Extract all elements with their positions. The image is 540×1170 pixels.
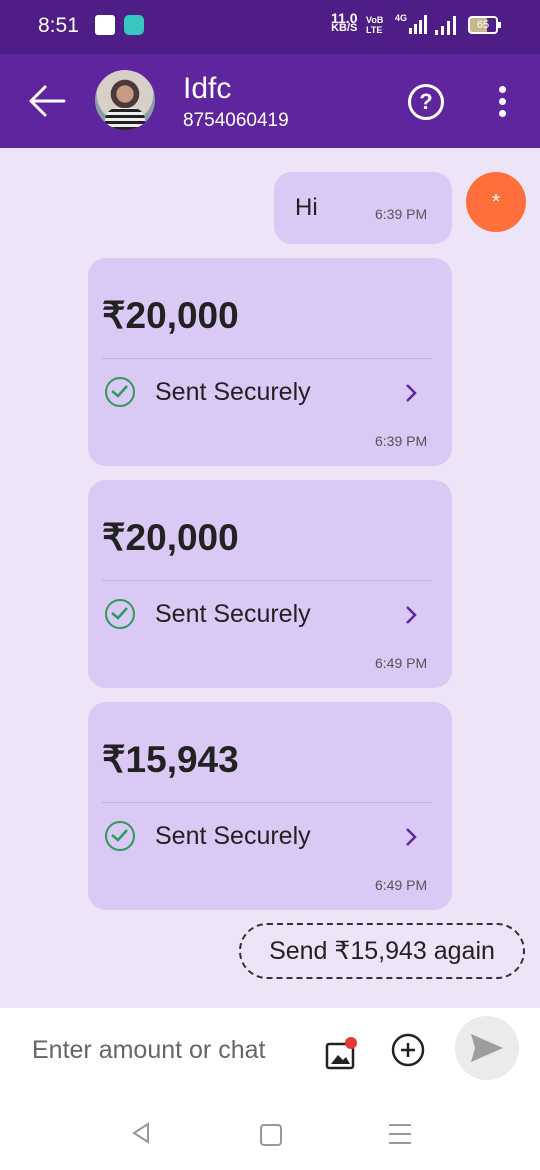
payment-amount: ₹15,943 xyxy=(102,739,239,780)
battery-icon: 65 xyxy=(468,16,501,34)
check-circle-icon xyxy=(105,821,135,851)
add-icon[interactable] xyxy=(391,1033,425,1067)
status-bar: 8:51 11.0 KB/S VoB LTE 4G 65 xyxy=(0,0,540,54)
more-options-icon[interactable] xyxy=(496,86,508,118)
payment-amount: ₹20,000 xyxy=(102,295,239,336)
contact-name[interactable]: Idfc xyxy=(183,72,231,106)
nav-back-icon[interactable] xyxy=(130,1122,152,1144)
message-bubble[interactable]: Hi 6:39 PM xyxy=(274,172,452,244)
payment-card[interactable]: ₹15,943 Sent Securely 6:49 PM xyxy=(88,702,452,910)
back-arrow-icon[interactable] xyxy=(28,84,66,118)
divider xyxy=(102,802,432,803)
nav-menu-icon[interactable] xyxy=(389,1124,411,1151)
chat-input[interactable]: Enter amount or chat xyxy=(32,1036,265,1065)
input-bar: Enter amount or chat xyxy=(0,1008,540,1094)
check-circle-icon xyxy=(105,599,135,629)
help-icon[interactable]: ? xyxy=(408,84,444,120)
chat-notification-icon xyxy=(124,15,144,35)
payment-status: Sent Securely xyxy=(155,378,311,406)
send-icon xyxy=(471,1034,503,1062)
chevron-right-icon[interactable] xyxy=(404,826,418,848)
payment-time: 6:49 PM xyxy=(375,655,428,671)
message-text: Hi xyxy=(295,194,318,221)
payment-status: Sent Securely xyxy=(155,822,311,850)
signal-4g-icon: 4G xyxy=(395,13,427,34)
nav-home-icon[interactable] xyxy=(260,1124,282,1146)
volte-top-label: VoB xyxy=(366,15,384,25)
contact-number: 8754060419 xyxy=(183,110,289,131)
payment-time: 6:49 PM xyxy=(375,877,428,893)
divider xyxy=(102,580,432,581)
send-button[interactable] xyxy=(455,1016,519,1080)
check-circle-icon xyxy=(105,377,135,407)
avatar[interactable] xyxy=(95,70,155,130)
divider xyxy=(102,358,432,359)
status-time: 8:51 xyxy=(38,14,79,37)
signal-icon xyxy=(435,16,456,35)
message-time: 6:39 PM xyxy=(375,206,428,222)
gallery-icon[interactable] xyxy=(325,1036,357,1070)
volte-bottom-label: LTE xyxy=(366,25,383,35)
notification-app-icon xyxy=(95,15,115,35)
payment-time: 6:39 PM xyxy=(375,433,428,449)
payment-amount: ₹20,000 xyxy=(102,517,239,558)
chevron-right-icon[interactable] xyxy=(404,382,418,404)
floating-badge[interactable]: * xyxy=(466,172,526,232)
chat-header: Idfc 8754060419 ? xyxy=(0,54,540,148)
payment-status: Sent Securely xyxy=(155,600,311,628)
network-speed-unit: KB/S xyxy=(331,22,358,34)
volte-indicator: VoB LTE xyxy=(366,15,383,35)
network-speed: 11.0 KB/S xyxy=(331,11,358,34)
payment-card[interactable]: ₹20,000 Sent Securely 6:39 PM xyxy=(88,258,452,466)
chat-area: Hi 6:39 PM * ₹20,000 Sent Securely 6:39 … xyxy=(0,148,540,1008)
chevron-right-icon[interactable] xyxy=(404,604,418,626)
send-again-button[interactable]: Send ₹15,943 again xyxy=(239,923,525,979)
system-nav-bar xyxy=(0,1094,540,1170)
payment-card[interactable]: ₹20,000 Sent Securely 6:49 PM xyxy=(88,480,452,688)
network-type-label: 4G xyxy=(395,13,407,23)
